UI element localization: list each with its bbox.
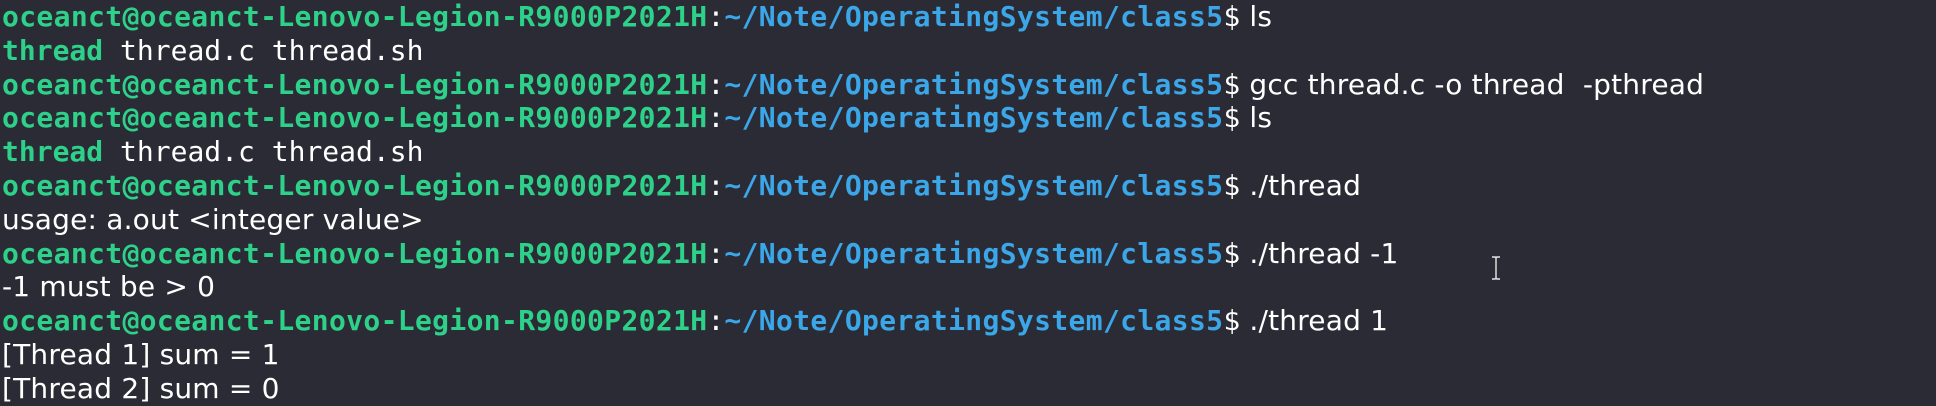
prompt-path: ~/Note/OperatingSystem/class5	[724, 168, 1224, 202]
prompt-symbol: $	[1223, 304, 1241, 338]
executable-file-name: thread	[2, 135, 104, 169]
text-cursor-icon	[1492, 256, 1500, 280]
terminal-line-prompt: oceanct@oceanct-Lenovo-Legion-R9000P2021…	[2, 304, 1936, 338]
program-output-text: -1 must be > 0	[2, 270, 216, 304]
prompt-separator: :	[707, 236, 725, 270]
prompt-path: ~/Note/OperatingSystem/class5	[724, 0, 1224, 33]
command-text: ./thread	[1240, 168, 1362, 202]
command-text: ./thread 1	[1240, 304, 1389, 338]
prompt-path: ~/Note/OperatingSystem/class5	[724, 101, 1224, 135]
command-text: ./thread -1	[1240, 236, 1399, 270]
prompt-separator: :	[707, 101, 725, 135]
command-text: ls	[1240, 101, 1273, 135]
prompt-user-host: oceanct@oceanct-Lenovo-Legion-R9000P2021…	[2, 101, 708, 135]
prompt-path: ~/Note/OperatingSystem/class5	[724, 236, 1224, 270]
terminal-line-output: usage: a.out <integer value>	[2, 203, 1936, 237]
prompt-path: ~/Note/OperatingSystem/class5	[724, 304, 1224, 338]
prompt-path: ~/Note/OperatingSystem/class5	[724, 67, 1224, 101]
prompt-separator: :	[707, 168, 725, 202]
prompt-user-host: oceanct@oceanct-Lenovo-Legion-R9000P2021…	[2, 0, 708, 33]
terminal-line-prompt: oceanct@oceanct-Lenovo-Legion-R9000P2021…	[2, 101, 1936, 135]
command-text: ls	[1240, 0, 1273, 33]
prompt-symbol: $	[1223, 168, 1241, 202]
prompt-symbol: $	[1223, 236, 1241, 270]
terminal-line-output: [Thread 2] sum = 0	[2, 372, 1936, 406]
terminal-line-output: -1 must be > 0	[2, 270, 1936, 304]
prompt-user-host: oceanct@oceanct-Lenovo-Legion-R9000P2021…	[2, 236, 708, 270]
executable-file-name: thread	[2, 33, 104, 67]
terminal-line-prompt: oceanct@oceanct-Lenovo-Legion-R9000P2021…	[2, 68, 1936, 102]
command-text: gcc thread.c -o thread -pthread	[1240, 67, 1705, 101]
terminal-line-prompt: oceanct@oceanct-Lenovo-Legion-R9000P2021…	[2, 169, 1936, 203]
terminal-line-ls-output: thread thread.c thread.sh	[2, 135, 1936, 169]
terminal-line-output: [Thread 1] sum = 1	[2, 338, 1936, 372]
terminal-line-prompt: oceanct@oceanct-Lenovo-Legion-R9000P2021…	[2, 0, 1936, 34]
prompt-symbol: $	[1223, 67, 1241, 101]
prompt-symbol: $	[1223, 0, 1241, 33]
program-output-text: [Thread 1] sum = 1	[2, 337, 280, 371]
terminal-line-ls-output: thread thread.c thread.sh	[2, 34, 1936, 68]
prompt-user-host: oceanct@oceanct-Lenovo-Legion-R9000P2021…	[2, 304, 708, 338]
terminal-line-prompt: oceanct@oceanct-Lenovo-Legion-R9000P2021…	[2, 237, 1936, 271]
prompt-separator: :	[707, 67, 725, 101]
prompt-symbol: $	[1223, 101, 1241, 135]
prompt-user-host: oceanct@oceanct-Lenovo-Legion-R9000P2021…	[2, 67, 708, 101]
program-output-text: [Thread 2] sum = 0	[2, 371, 280, 405]
terminal-window[interactable]: oceanct@oceanct-Lenovo-Legion-R9000P2021…	[0, 0, 1936, 406]
file-names: thread.c thread.sh	[103, 135, 424, 169]
file-names: thread.c thread.sh	[103, 33, 424, 67]
program-output-text: usage: a.out <integer value>	[2, 202, 424, 236]
prompt-separator: :	[707, 304, 725, 338]
prompt-user-host: oceanct@oceanct-Lenovo-Legion-R9000P2021…	[2, 168, 708, 202]
prompt-separator: :	[707, 0, 725, 33]
